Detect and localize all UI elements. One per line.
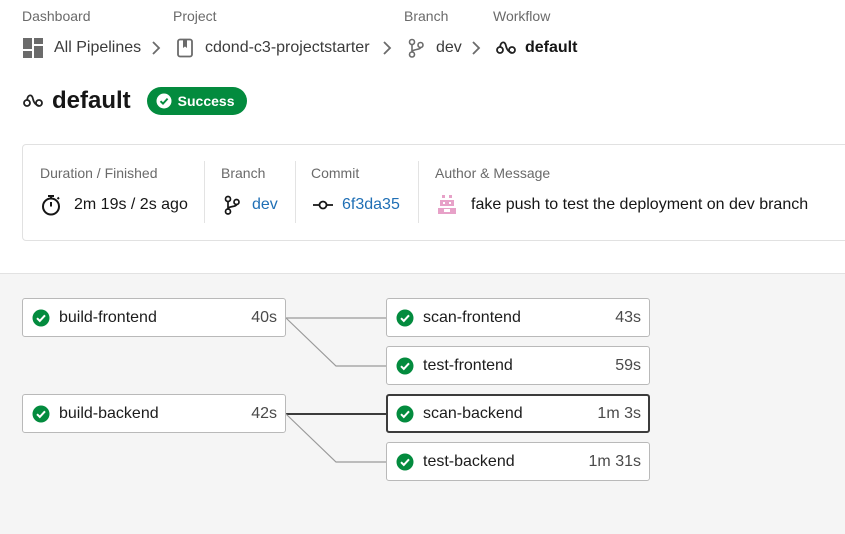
- breadcrumb-workflow[interactable]: default: [495, 37, 577, 59]
- chevron-right-icon: [472, 41, 481, 55]
- status-badge-text: Success: [177, 93, 235, 109]
- divider: [418, 161, 419, 223]
- dashboard-grid-icon: [23, 38, 43, 58]
- breadcrumb-project-label: Project: [173, 8, 217, 24]
- breadcrumb-workflow-text: default: [525, 39, 578, 56]
- divider: [204, 161, 205, 223]
- divider: [295, 161, 296, 223]
- job-duration: 40s: [251, 308, 277, 326]
- commit-message: fake push to test the deployment on dev …: [471, 196, 809, 213]
- chevron-right-icon: [152, 41, 161, 55]
- job-duration: 1m 31s: [588, 452, 641, 470]
- workflow-summary-card: Duration / Finished 2m 19s / 2s ago Bran…: [22, 144, 845, 241]
- branch-label: Branch: [221, 165, 266, 181]
- git-commit-icon: [313, 200, 333, 210]
- breadcrumb-all-pipelines-text: All Pipelines: [54, 39, 142, 56]
- breadcrumb-project-text: cdond-c3-projectstarter: [205, 39, 370, 56]
- duration-value: 2m 19s / 2s ago: [40, 194, 188, 216]
- author-message-label: Author & Message: [435, 165, 551, 181]
- git-branch-icon: [408, 38, 424, 58]
- duration-label: Duration / Finished: [40, 165, 158, 181]
- stopwatch-icon: [42, 195, 60, 216]
- git-branch-icon: [224, 195, 240, 215]
- job-duration: 59s: [615, 356, 641, 374]
- branch-link[interactable]: dev: [252, 196, 278, 214]
- job-name: scan-backend: [423, 404, 523, 422]
- job-test-backend[interactable]: test-backend 1m 31s: [386, 442, 650, 481]
- status-badge: Success: [146, 87, 247, 115]
- success-check-icon: [32, 405, 50, 422]
- job-scan-backend[interactable]: scan-backend 1m 3s: [386, 394, 650, 433]
- job-duration: 42s: [251, 404, 277, 422]
- workflow-graph: build-frontend 40s scan-frontend 43s tes…: [0, 273, 845, 534]
- commit-link[interactable]: 6f3da35: [342, 196, 400, 214]
- job-build-backend[interactable]: build-backend 42s: [22, 394, 286, 433]
- job-name: test-frontend: [423, 356, 513, 374]
- workflow-icon: [496, 41, 516, 54]
- breadcrumb-all-pipelines[interactable]: All Pipelines: [22, 37, 141, 59]
- job-duration: 43s: [615, 308, 641, 326]
- breadcrumb-branch-label: Branch: [404, 8, 449, 24]
- chevron-right-icon: [383, 41, 392, 55]
- repository-icon: [177, 38, 193, 58]
- page-title: default: [52, 87, 131, 114]
- job-name: scan-frontend: [423, 308, 521, 326]
- page-header: default Success: [22, 87, 247, 115]
- breadcrumb-dashboard-label: Dashboard: [22, 8, 91, 24]
- success-check-icon: [396, 357, 414, 374]
- success-check-icon: [396, 453, 414, 470]
- success-check-icon: [396, 309, 414, 326]
- success-check-icon: [32, 309, 50, 326]
- job-name: build-backend: [59, 404, 159, 422]
- job-duration: 1m 3s: [597, 404, 641, 422]
- author-message-value: fake push to test the deployment on dev …: [435, 193, 809, 217]
- job-build-frontend[interactable]: build-frontend 40s: [22, 298, 286, 337]
- breadcrumb-workflow-label: Workflow: [493, 8, 551, 24]
- breadcrumb-branch-text: dev: [436, 39, 462, 56]
- commit-label: Commit: [311, 165, 360, 181]
- job-name: test-backend: [423, 452, 515, 470]
- duration-text: 2m 19s / 2s ago: [74, 196, 188, 213]
- check-circle-icon: [156, 93, 172, 109]
- job-name: build-frontend: [59, 308, 157, 326]
- job-scan-frontend[interactable]: scan-frontend 43s: [386, 298, 650, 337]
- branch-value[interactable]: dev: [224, 194, 278, 216]
- workflow-icon: [23, 94, 43, 107]
- avatar[interactable]: [435, 193, 459, 217]
- breadcrumb-branch[interactable]: dev: [408, 37, 462, 59]
- job-test-frontend[interactable]: test-frontend 59s: [386, 346, 650, 385]
- success-check-icon: [396, 405, 414, 422]
- breadcrumb-project[interactable]: cdond-c3-projectstarter: [176, 37, 370, 59]
- commit-value[interactable]: 6f3da35: [312, 194, 400, 216]
